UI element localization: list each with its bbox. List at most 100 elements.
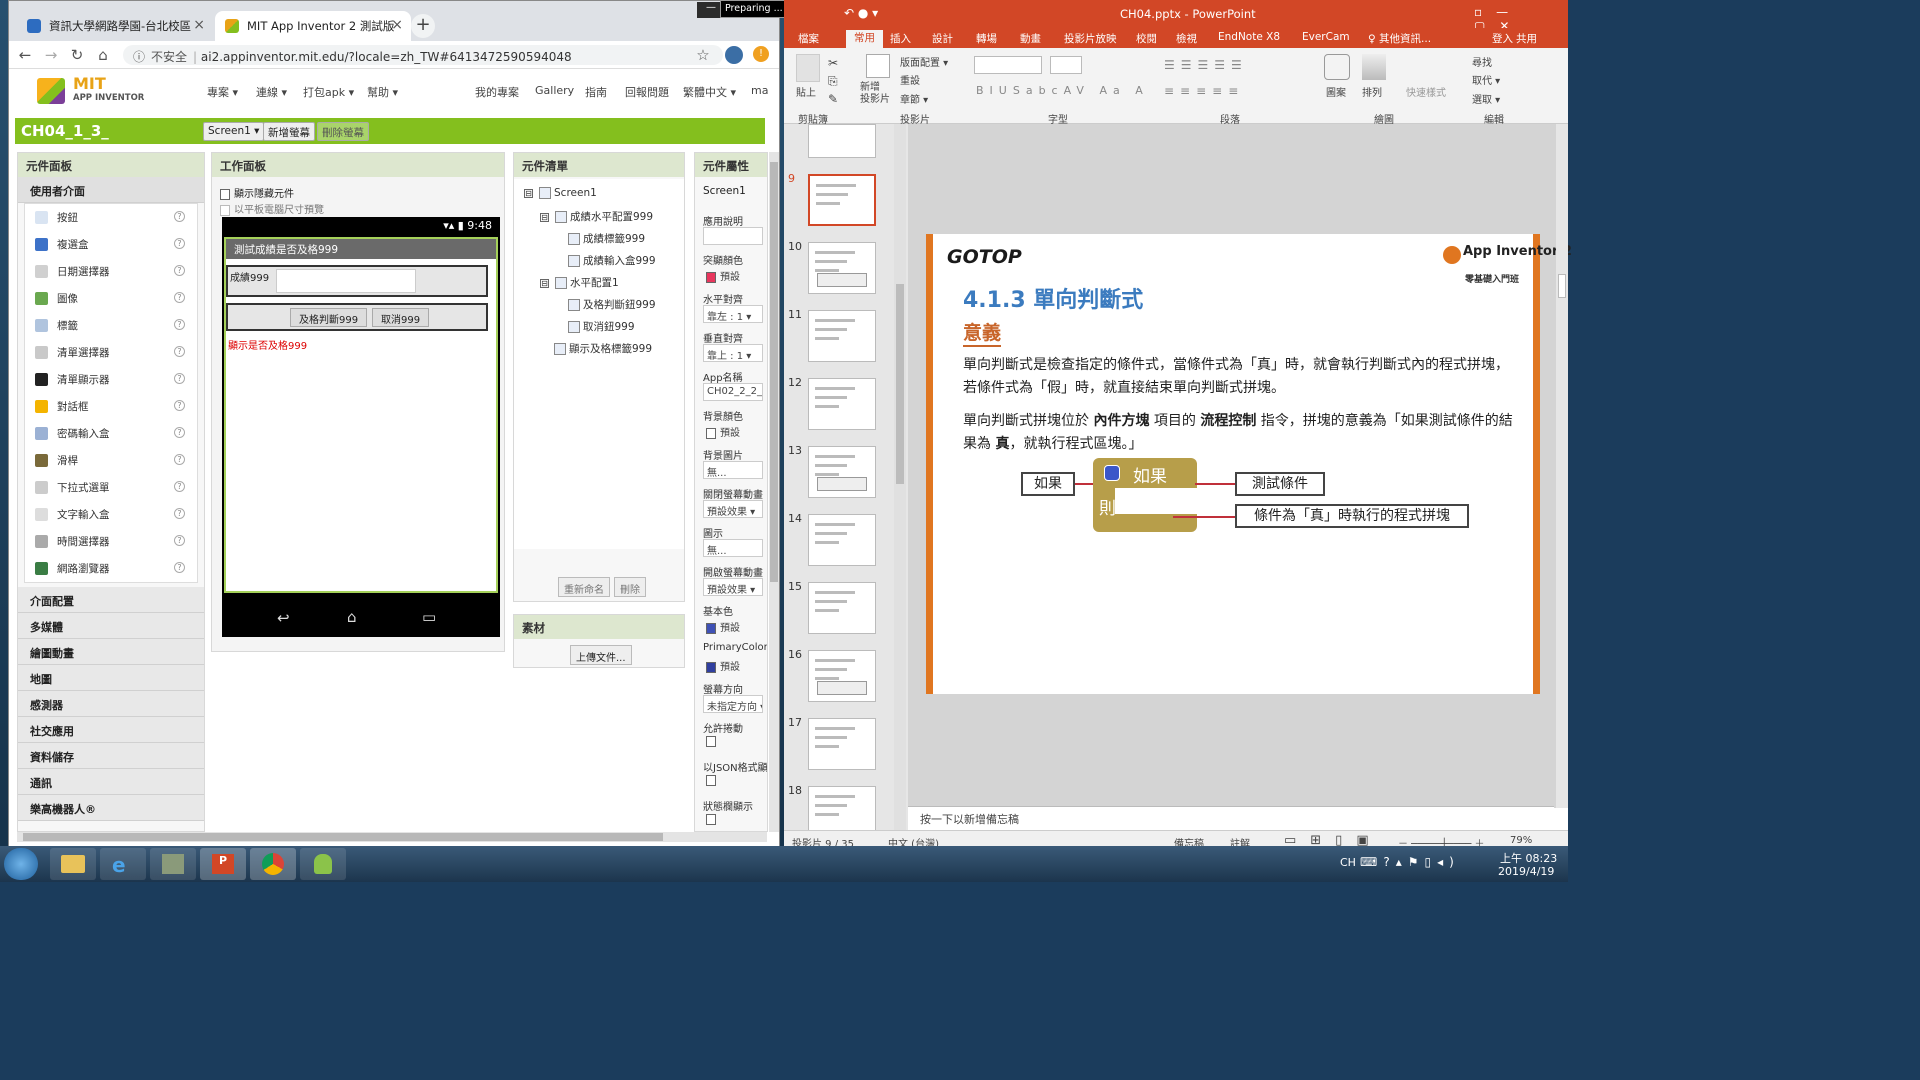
property-value[interactable]: 預設 [703, 617, 763, 635]
palette-category[interactable]: 樂高機器人® [18, 795, 204, 821]
slide-thumbnail[interactable] [808, 514, 876, 566]
property-value[interactable] [703, 734, 763, 752]
property-checkbox[interactable] [706, 775, 716, 786]
cut-copy-format-icons[interactable]: ✂ ⎘ ✎ [828, 54, 838, 108]
help-icon[interactable]: ? [174, 238, 185, 249]
property-checkbox[interactable] [706, 814, 716, 825]
menu-guide[interactable]: 指南 [585, 84, 607, 100]
forward-icon[interactable]: → [41, 45, 61, 65]
clock-date[interactable]: 2019/4/19 [1498, 865, 1554, 878]
palette-category-ui[interactable]: 使用者介面 [18, 177, 204, 203]
show-hidden-checkbox[interactable]: 顯示隱藏元件 [220, 185, 294, 200]
font-name-input[interactable] [974, 56, 1042, 74]
screen-select-button[interactable]: Screen1 ▾ [203, 122, 265, 141]
tree-node[interactable]: ⊟ Screen1 [524, 187, 597, 199]
browser-tab-1[interactable]: 資訊大學網路學園-台北校區 × [17, 11, 213, 41]
help-icon[interactable]: ? [174, 562, 185, 573]
tray-icons[interactable]: ⌨?▴⚑▯◂) [1360, 855, 1460, 869]
add-screen-button[interactable]: 新增螢幕 [263, 122, 315, 141]
help-icon[interactable]: ? [174, 319, 185, 330]
tree-node[interactable]: 取消鈕999 [568, 319, 635, 334]
select-button[interactable]: 選取 ▾ [1472, 91, 1500, 106]
ribbon-tab[interactable]: 常用 [846, 30, 883, 48]
menu-project[interactable]: 專案 ▾ [207, 84, 238, 100]
palette-category[interactable]: 社交應用 [18, 717, 204, 743]
start-button[interactable] [4, 848, 38, 880]
slide-thumbnail[interactable] [808, 378, 876, 430]
property-value[interactable]: CH02_2_2_7 [703, 383, 763, 401]
arrange-icon[interactable] [1362, 54, 1386, 80]
profile-avatar[interactable] [725, 46, 743, 64]
palette-category[interactable]: 繪圖動畫 [18, 639, 204, 665]
help-icon[interactable]: ? [174, 535, 185, 546]
quick-style-button[interactable]: 快速樣式 [1406, 84, 1446, 99]
tree-node[interactable]: 成績標籤999 [568, 231, 645, 246]
palette-item[interactable]: 日期選擇器? [25, 258, 197, 285]
ime-indicator[interactable]: CH [1340, 856, 1356, 869]
property-value[interactable]: 靠上 : 1 ▾ [703, 344, 763, 362]
tree-node[interactable]: ⊟ 水平配置1 [540, 275, 619, 290]
ribbon-tab[interactable]: 轉場 [976, 31, 997, 46]
property-value[interactable]: 預設 [703, 422, 763, 440]
property-value[interactable] [703, 227, 763, 245]
menu-help[interactable]: 幫助 ▾ [367, 84, 398, 100]
reset-button[interactable]: 重設 [900, 72, 920, 87]
ribbon-tab[interactable]: 插入 [890, 31, 911, 46]
qat-icons[interactable]: ↶ ● ▾ [844, 6, 878, 20]
rename-button[interactable]: 重新命名 [558, 577, 610, 597]
tablet-preview-checkbox[interactable]: 以平板電腦尺寸預覽 [220, 201, 324, 216]
ribbon-tab[interactable]: 投影片放映 [1064, 31, 1117, 46]
help-icon[interactable]: ? [174, 292, 185, 303]
ribbon-tab[interactable]: 檔案 [798, 31, 819, 46]
page-scrollbar[interactable] [769, 152, 779, 832]
palette-category[interactable]: 多媒體 [18, 613, 204, 639]
menu-report[interactable]: 回報問題 [625, 84, 669, 100]
score-textbox[interactable] [276, 269, 416, 293]
check-pass-button[interactable]: 及格判斷999 [290, 308, 368, 327]
ribbon-tab[interactable]: 登入 [1492, 31, 1513, 46]
tree-node[interactable]: 及格判斷鈕999 [568, 297, 656, 312]
new-slide-icon[interactable] [866, 54, 890, 78]
new-slide-button[interactable]: 新增 投影片 [860, 82, 890, 106]
layout-button[interactable]: 版面配置 ▾ [900, 54, 948, 69]
horizontal-scrollbar[interactable] [17, 832, 767, 842]
palette-category[interactable]: 感測器 [18, 691, 204, 717]
explorer-icon[interactable] [50, 848, 96, 880]
menu-language[interactable]: 繁體中文 ▾ [683, 84, 736, 100]
arrange-button[interactable]: 排列 [1362, 84, 1382, 99]
shape-button[interactable]: 圖案 [1326, 84, 1346, 99]
palette-category[interactable]: 通訊 [18, 769, 204, 795]
find-button[interactable]: 尋找 [1472, 54, 1492, 69]
zoom-level[interactable]: 79% [1510, 835, 1532, 846]
help-icon[interactable]: ? [174, 454, 185, 465]
android-icon[interactable] [300, 848, 346, 880]
palette-item[interactable]: 下拉式選單? [25, 474, 197, 501]
back-icon[interactable]: ← [15, 45, 35, 65]
font-size-input[interactable] [1050, 56, 1082, 74]
home-icon[interactable]: ⌂ [93, 45, 113, 65]
menu-build[interactable]: 打包apk ▾ [303, 84, 354, 100]
property-value[interactable]: 靠左 : 1 ▾ [703, 305, 763, 323]
close-tab-icon[interactable]: × [391, 17, 403, 33]
reload-icon[interactable]: ↻ [67, 45, 87, 65]
menu-gallery[interactable]: Gallery [535, 84, 574, 97]
score-horizontal-arrangement[interactable]: 成績999 [226, 265, 488, 297]
palette-item[interactable]: 按鈕? [25, 204, 197, 231]
shape-icon[interactable] [1324, 54, 1350, 80]
property-checkbox[interactable] [706, 736, 716, 747]
update-icon[interactable]: ! [753, 46, 769, 62]
help-icon[interactable]: ? [174, 211, 185, 222]
replace-button[interactable]: 取代 ▾ [1472, 72, 1500, 87]
clock-time[interactable]: 上午 08:23 [1500, 850, 1557, 866]
property-value[interactable] [703, 773, 763, 791]
property-value[interactable]: 預設 [703, 266, 763, 284]
tree-toggle-icon[interactable]: ⊟ [540, 212, 549, 222]
palette-item[interactable]: 清單顯示器? [25, 366, 197, 393]
slide-thumbnail[interactable] [808, 174, 876, 226]
current-slide[interactable]: GOTOP App Inventor 2 零基礎入門班 4.1.3 單向判斷式 … [926, 234, 1572, 694]
help-icon[interactable]: ? [174, 427, 185, 438]
slide-scrollbar[interactable] [1556, 124, 1568, 808]
remove-screen-button[interactable]: 刪除螢幕 [317, 122, 369, 141]
upload-file-button[interactable]: 上傳文件... [570, 645, 632, 665]
ribbon-tab[interactable]: 校閱 [1136, 31, 1157, 46]
